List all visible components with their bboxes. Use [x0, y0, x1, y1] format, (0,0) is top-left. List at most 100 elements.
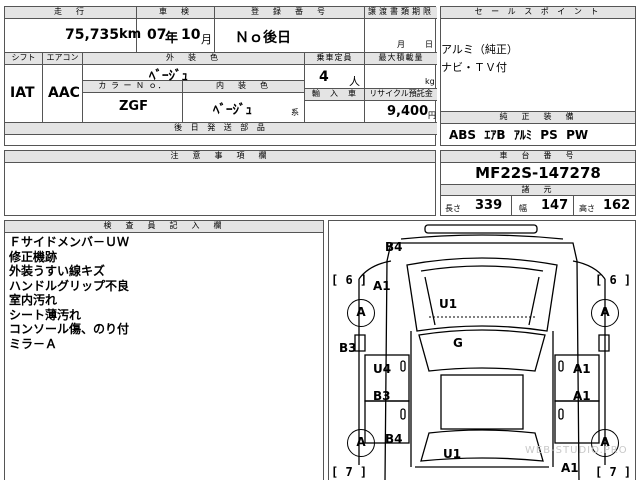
mark-bracket-7-right: [ 7 ] — [595, 465, 632, 479]
chassis-block: 車 台 番 号 MF22S-147278 諸 元 長さ 339 幅 147 高さ… — [440, 150, 636, 216]
dims-divider-1 — [511, 196, 512, 216]
aircon-cell: AAC — [43, 65, 83, 123]
load-unit: kg — [425, 77, 435, 86]
mark-b3-left: B3 — [339, 341, 357, 355]
color-no-header: カ ラ ー Ｎ ｏ． — [83, 81, 183, 93]
recycle-unit: 円 — [428, 111, 436, 120]
shift-cell: IAT — [5, 65, 43, 123]
recycle-header: リサイクル預託金 — [365, 89, 437, 101]
height-value: 162 — [603, 198, 631, 213]
registration-header: 登 録 番 号 — [215, 7, 365, 19]
int-color-suffix: 系 — [291, 108, 299, 117]
color-no-value: ZGF — [119, 99, 148, 114]
inspector-note: 室内汚れ — [9, 293, 58, 307]
sales-point-header: セ ー ル ス ポ イ ン ト — [441, 7, 635, 19]
wheel-front-left: A — [347, 299, 375, 327]
mileage-cell: 75,735 km — [5, 19, 141, 53]
capacity-cell: 4 人 — [305, 65, 365, 89]
ext-color-cell: ﾍﾞｰｼﾞｭ — [83, 65, 305, 84]
watermark: WEB-STUDIO.PRO — [525, 445, 628, 456]
inspector-note: 修正機跡 — [9, 249, 58, 264]
caution-block: 注 意 事 項 欄 — [4, 150, 436, 216]
vehicle-info-block: 走 行 車 検 登 録 番 号 譲渡書類期限 75,735 km 07 年 10… — [4, 6, 437, 146]
transfer-doc-header: 譲渡書類期限 — [365, 7, 437, 19]
transfer-month: 月 — [397, 40, 405, 49]
mark-b4-top: B4 — [385, 240, 403, 254]
width-label: 幅 — [519, 204, 527, 213]
length-label: 長さ — [445, 204, 461, 213]
inspector-header: 検 査 員 記 入 欄 — [5, 221, 323, 233]
height-label: 高さ — [579, 204, 595, 213]
mark-a1-front-left: A1 — [373, 279, 391, 293]
aircon-header: エアコン — [43, 53, 83, 65]
mark-u4-door: U4 — [373, 362, 392, 376]
mark-b4-rear: B4 — [385, 432, 403, 446]
shift-header: シフト — [5, 53, 43, 65]
inspector-notes: Ｆサイドメンバ－ＵＷ 修正機跡 外装うすい線キズ ハンドルグリップ不良 室内汚れ… — [9, 235, 129, 351]
wheel-front-right: A — [591, 299, 619, 327]
car-diagram-block: B4 A1 U1 [ 6 ] [ 6 ] A A B3 G U4 A1 B3 A… — [328, 220, 636, 480]
genuine-equipment-header: 純 正 装 備 — [441, 112, 635, 124]
mileage-header: 走 行 — [5, 7, 137, 19]
length-value: 339 — [475, 198, 503, 213]
shaken-year: 07 — [147, 27, 167, 43]
inspector-note: 外装うすい線キズ — [9, 264, 106, 278]
dims-header: 諸 元 — [441, 184, 635, 196]
mark-u1-hood: U1 — [439, 297, 458, 311]
load-cell: kg — [365, 65, 437, 89]
registration-cell: Ｎｏ後日 — [215, 19, 365, 53]
mark-a1-door-right-front: A1 — [573, 362, 591, 376]
shift-value: IAT — [10, 85, 35, 101]
genuine-equipment-value: ABS ｴｱB ｱﾙﾐ PS PW — [449, 128, 589, 142]
int-color-value: ﾍﾞｰｼﾞｭ — [213, 103, 252, 118]
inspector-note: ハンドルグリップ不良 — [9, 278, 130, 293]
mark-u1-rear: U1 — [443, 447, 462, 461]
inspector-block: 検 査 員 記 入 欄 Ｆサイドメンバ－ＵＷ 修正機跡 外装うすい線キズ ハンド… — [4, 220, 324, 480]
mark-g-glass: G — [453, 336, 463, 350]
import-cell — [305, 101, 365, 123]
shaken-header: 車 検 — [137, 7, 215, 19]
registration-value: Ｎｏ後日 — [235, 30, 291, 46]
chassis-header: 車 台 番 号 — [441, 151, 635, 163]
shaken-month-unit: 月 — [201, 33, 212, 46]
inspector-note: ミラ－Ａ — [9, 336, 58, 351]
ext-color-header: 外 装 色 — [83, 53, 305, 65]
chassis-number: MF22S-147278 — [475, 164, 601, 182]
capacity-value: 4 — [319, 69, 329, 85]
shaken-month: 10 — [181, 27, 201, 43]
mark-a1-door-right-rear: A1 — [573, 389, 591, 403]
aircon-value: AAC — [48, 85, 80, 101]
shaken-year-unit: 年 — [165, 31, 179, 46]
sales-point-block: セ ー ル ス ポ イ ン ト アルミ（純正） ナビ・ＴＶ付 — [440, 6, 636, 112]
mark-bracket-6-right: [ 6 ] — [595, 273, 632, 287]
color-no-cell: ZGF — [83, 93, 183, 123]
width-value: 147 — [541, 198, 569, 213]
inspector-note: Ｆサイドメンバ－ＵＷ — [9, 235, 130, 249]
dims-row: 長さ 339 幅 147 高さ 162 — [441, 196, 635, 216]
caution-header: 注 意 事 項 欄 — [5, 151, 435, 163]
mileage-value: 75,735 — [65, 27, 120, 43]
transfer-day: 日 — [425, 40, 433, 49]
recycle-cell: 9,400 円 — [365, 101, 437, 123]
recycle-value: 9,400 — [387, 104, 429, 119]
capacity-unit: 人 — [349, 75, 360, 88]
capacity-header: 乗車定員 — [305, 53, 365, 65]
sales-point-line-2: ナビ・ＴＶ付 — [441, 61, 507, 74]
mark-bracket-7-left: [ 7 ] — [331, 465, 368, 479]
wheel-rear-left: A — [347, 429, 375, 457]
load-header: 最大積載量 — [365, 53, 437, 65]
later-items-header: 後 日 発 送 部 品 — [5, 123, 437, 135]
sales-point-line-1: アルミ（純正） — [441, 43, 518, 56]
mark-b3-door: B3 — [373, 389, 391, 403]
inspector-note: コンソール傷、のり付 — [9, 322, 130, 336]
genuine-equipment-block: 純 正 装 備 ABS ｴｱB ｱﾙﾐ PS PW — [440, 112, 636, 146]
mark-a1-rear-right: A1 — [561, 461, 579, 475]
import-header: 輸 入 車 — [305, 89, 365, 101]
inspector-note: シート薄汚れ — [9, 307, 82, 322]
int-color-cell: ﾍﾞｰｼﾞｭ 系 — [183, 93, 305, 123]
transfer-doc-cell: 月 日 — [365, 19, 437, 53]
mark-bracket-6-left: [ 6 ] — [331, 273, 368, 287]
int-color-header: 内 装 色 — [183, 81, 305, 93]
later-items-cell — [5, 135, 437, 146]
dims-divider-2 — [573, 196, 574, 216]
